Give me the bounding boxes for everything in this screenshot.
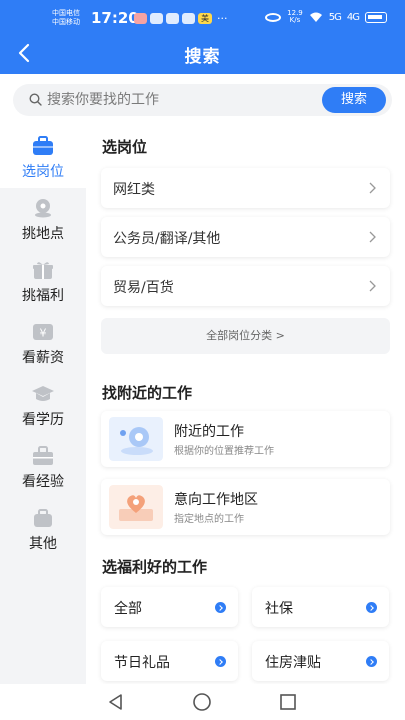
- page-title: 搜索: [184, 47, 221, 67]
- sidebar-item-benefits[interactable]: 挑福利: [0, 250, 86, 312]
- sidebar-item-salary[interactable]: ¥ 看薪资: [0, 312, 86, 374]
- app-notification-icon: [134, 13, 147, 24]
- benefit-item-label: 全部: [114, 601, 142, 617]
- chevron-right-icon: [369, 182, 376, 194]
- sidebar-item-label: 看薪资: [22, 350, 64, 366]
- area-heart-illustration-icon: [109, 485, 163, 529]
- sidebar-item-positions[interactable]: 选岗位: [0, 126, 86, 188]
- arrow-circle-icon: [366, 602, 377, 613]
- arrow-circle-icon: [215, 602, 226, 613]
- sidebar-item-label: 选岗位: [22, 164, 64, 180]
- svg-text:¥: ¥: [40, 327, 47, 340]
- sidebar-item-label: 挑地点: [22, 226, 64, 242]
- battery-icon: [365, 11, 387, 23]
- search-box: 搜索: [13, 84, 392, 116]
- meituan-badge-icon: 美: [198, 13, 212, 24]
- position-item[interactable]: 网红类: [101, 168, 390, 208]
- sidebar-item-education[interactable]: 看学历: [0, 374, 86, 436]
- search-input[interactable]: [47, 84, 317, 116]
- sidebar-item-label: 挑福利: [22, 288, 64, 304]
- arrow-circle-icon: [366, 656, 377, 667]
- area-card-title: 意向工作地区: [174, 492, 258, 508]
- nearby-card-title: 附近的工作: [174, 424, 244, 440]
- yen-icon: ¥: [33, 324, 53, 340]
- search-area: 搜索: [0, 74, 405, 124]
- position-item-label: 贸易/百货: [113, 280, 174, 296]
- benefit-item[interactable]: 全部: [101, 587, 238, 627]
- section-title-nearby: 找附近的工作: [102, 384, 193, 402]
- carrier-info: 中国电信 中国移动: [52, 9, 80, 27]
- map-pin-illustration-icon: [109, 417, 163, 461]
- chevron-right-icon: [369, 231, 376, 243]
- system-nav-bar: [0, 684, 405, 720]
- carrier-1: 中国电信: [52, 9, 80, 17]
- wechat-icon-2: [182, 13, 195, 24]
- toolbox-icon: [33, 446, 53, 465]
- status-time: 17:20: [91, 9, 139, 27]
- system-icons: 12.9 K/s 5G 4G: [265, 10, 387, 24]
- nav-back-icon[interactable]: [106, 692, 126, 712]
- graduation-cap-icon: [32, 386, 54, 401]
- position-item-label: 网红类: [113, 182, 155, 198]
- chat-icon: [166, 13, 179, 24]
- signal-5g-icon: 5G: [328, 11, 342, 23]
- benefit-item[interactable]: 节日礼品: [101, 641, 238, 681]
- search-icon: [29, 93, 42, 106]
- net-speed-unit: K/s: [289, 16, 301, 24]
- chevron-right-icon: [369, 280, 376, 292]
- briefcase-icon: [33, 136, 53, 155]
- location-icon: [35, 199, 51, 218]
- notification-icons: 美 ···: [134, 12, 228, 25]
- position-item-label: 公务员/翻译/其他: [113, 231, 221, 247]
- sidebar-item-other[interactable]: 其他: [0, 498, 86, 560]
- more-notifications-icon: ···: [217, 12, 228, 25]
- bag-icon: [34, 509, 52, 527]
- signal-4g-icon: 4G: [346, 11, 360, 23]
- sidebar-item-location[interactable]: 挑地点: [0, 188, 86, 250]
- position-item[interactable]: 贸易/百货: [101, 266, 390, 306]
- nearby-jobs-card[interactable]: 附近的工作 根据你的位置推荐工作: [101, 411, 390, 467]
- area-card-subtitle: 指定地点的工作: [174, 514, 244, 525]
- nav-home-icon[interactable]: [192, 692, 212, 712]
- preferred-area-card[interactable]: 意向工作地区 指定地点的工作: [101, 479, 390, 535]
- arrow-circle-icon: [215, 656, 226, 667]
- category-sidebar: 选岗位 挑地点 挑福利 ¥ 看薪资 看学历 看经验 其他: [0, 126, 86, 684]
- benefit-item[interactable]: 住房津贴: [252, 641, 389, 681]
- benefit-item-label: 住房津贴: [265, 655, 321, 671]
- search-button[interactable]: 搜索: [322, 87, 386, 113]
- main-content: 选岗位 网红类 公务员/翻译/其他 贸易/百货 全部岗位分类 > 找附近的工作 …: [86, 126, 405, 684]
- position-item[interactable]: 公务员/翻译/其他: [101, 217, 390, 257]
- nav-recents-icon[interactable]: [278, 692, 298, 712]
- net-speed: 12.9 K/s: [287, 10, 303, 24]
- eye-comfort-icon: [265, 12, 282, 22]
- status-bar: 中国电信 中国移动 17:20 美 ··· 12.9 K/s 5G 4G: [0, 0, 405, 36]
- benefit-item-label: 节日礼品: [114, 655, 170, 671]
- sidebar-item-label: 看学历: [22, 412, 64, 428]
- sidebar-item-label: 看经验: [22, 474, 64, 490]
- carrier-2: 中国移动: [52, 18, 80, 26]
- all-positions-button[interactable]: 全部岗位分类 >: [101, 318, 390, 354]
- section-title-benefits: 选福利好的工作: [102, 558, 208, 576]
- app-header: 中国电信 中国移动 17:20 美 ··· 12.9 K/s 5G 4G 搜索: [0, 0, 405, 74]
- sidebar-item-experience[interactable]: 看经验: [0, 436, 86, 498]
- nearby-card-subtitle: 根据你的位置推荐工作: [174, 446, 274, 457]
- benefit-item[interactable]: 社保: [252, 587, 389, 627]
- section-title-positions: 选岗位: [102, 138, 148, 156]
- benefit-item-label: 社保: [265, 601, 293, 617]
- sidebar-item-label: 其他: [29, 536, 57, 552]
- gift-icon: [33, 262, 53, 279]
- wifi-icon: [309, 12, 322, 22]
- wechat-icon: [150, 13, 163, 24]
